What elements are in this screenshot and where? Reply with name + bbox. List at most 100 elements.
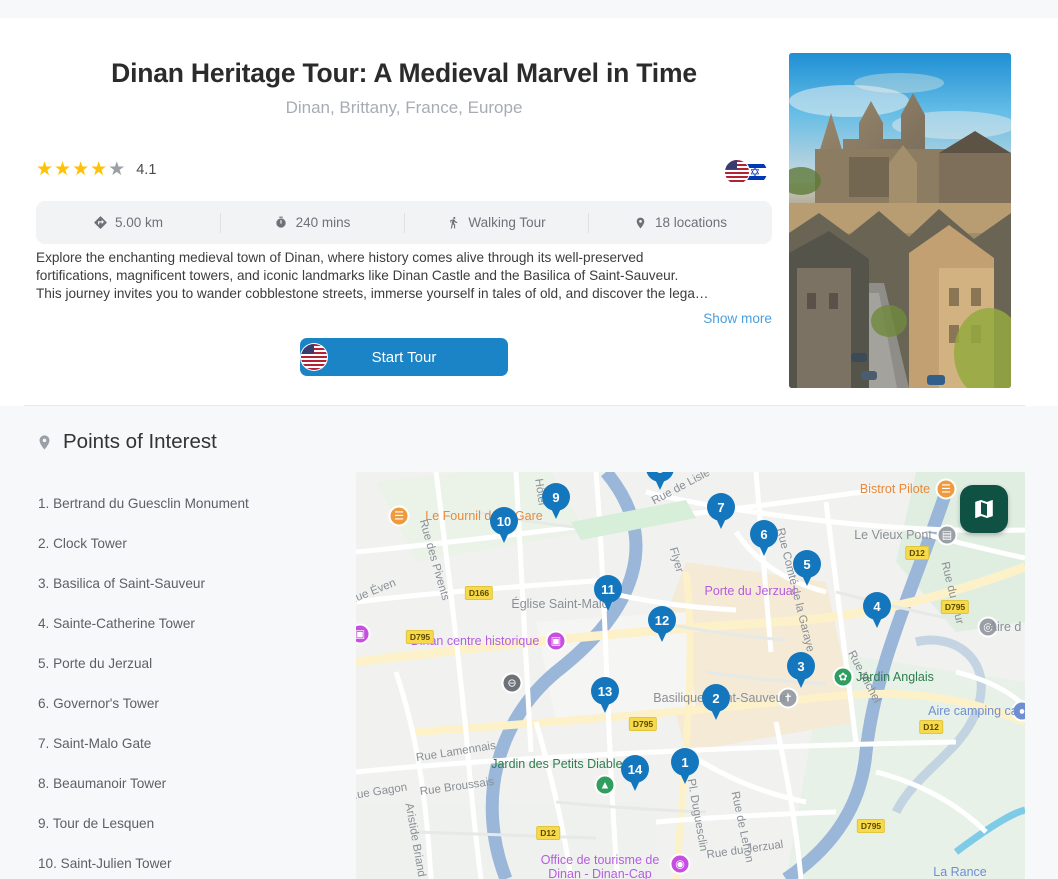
map-place-label: Le Fournil de la Gare (425, 509, 543, 523)
map-place-label: Jardin Anglais (856, 670, 934, 684)
map-road-badge: D12 (919, 720, 943, 734)
pin-number: 2 (712, 690, 720, 706)
pin-number: 12 (654, 612, 670, 628)
star-icon: ★ (72, 159, 90, 180)
pin-number: 13 (597, 683, 613, 699)
stat-duration: 240 mins (220, 214, 404, 231)
pin-number: 3 (797, 658, 805, 674)
show-more-link[interactable]: Show more (36, 311, 772, 326)
map-road-badge: D795 (405, 630, 435, 644)
map-pin-8[interactable]: 8 (646, 472, 674, 492)
list-item[interactable]: 7. Saint-Malo Gate (38, 724, 338, 764)
list-item[interactable]: 1. Bertrand du Guesclin Monument (38, 484, 338, 524)
map-pin-13[interactable]: 13 (591, 677, 619, 715)
star-rating: ★ ★ ★ ★ ★ (36, 160, 125, 179)
pin-number: 14 (627, 761, 643, 777)
map-place-label: Le Vieux Pont (854, 528, 932, 542)
pin-number: 8 (646, 472, 674, 482)
list-item[interactable]: 8. Beaumanoir Tower (38, 764, 338, 804)
section-divider (24, 405, 1025, 406)
list-item[interactable]: 5. Porte du Jerzual (38, 644, 338, 684)
tour-location-subtitle: Dinan, Brittany, France, Europe (285, 98, 523, 117)
stat-locations: 18 locations (588, 214, 772, 231)
map-road-badge: D795 (628, 717, 658, 731)
map-pin-icon (36, 432, 53, 453)
description-line: This journey invites you to wander cobbl… (36, 286, 709, 301)
stat-tour-type-label: Walking Tour (468, 215, 546, 230)
pin-number: 7 (717, 499, 725, 515)
map-road-badge: D166 (464, 586, 494, 600)
pin-number: 11 (601, 581, 615, 597)
description-line: fortifications, magnificent towers, and … (36, 268, 679, 283)
points-of-interest-header: Points of Interest (36, 430, 217, 454)
directions-icon (93, 214, 108, 231)
map-pin-1[interactable]: 1 (671, 748, 699, 786)
description-line: Explore the enchanting medieval town of … (36, 250, 644, 265)
stat-distance: 5.00 km (36, 214, 220, 231)
list-item[interactable]: 6. Governor's Tower (38, 684, 338, 724)
star-icon: ★ (90, 159, 108, 180)
start-tour-label: Start Tour (371, 348, 437, 366)
page-title: Dinan Heritage Tour: A Medieval Marvel i… (111, 58, 697, 88)
list-item[interactable]: 4. Sainte-Catherine Tower (38, 604, 338, 644)
map-pin-5[interactable]: 5 (793, 550, 821, 588)
pin-number: 5 (803, 556, 811, 572)
stat-duration-label: 240 mins (295, 215, 351, 230)
us-flag-icon (724, 159, 750, 185)
map-pin-6[interactable]: 6 (750, 520, 778, 558)
map-poi-shopping-icon[interactable]: ▣ (545, 630, 567, 652)
map-place-label: Bistrot Pilote (859, 482, 931, 496)
stopwatch-icon (274, 214, 289, 231)
map-pin-10[interactable]: 10 (490, 507, 518, 545)
map-road-badge: D12 (905, 546, 929, 560)
map-poi-park-icon[interactable]: ✿ (832, 666, 854, 688)
pin-number: 10 (496, 513, 512, 529)
map-poi-park-icon[interactable]: ▲ (594, 774, 616, 796)
map-road-badge: D795 (856, 819, 886, 833)
list-item[interactable]: 9. Tour de Lesquen (38, 804, 338, 844)
map-place-label: La Rance (933, 865, 987, 879)
map-pin-14[interactable]: 14 (621, 755, 649, 793)
tour-hero-card: Dinan Heritage Tour: A Medieval Marvel i… (0, 18, 1058, 406)
map-pin-icon (633, 214, 648, 231)
map-place-label: Aire camping car (928, 704, 1022, 718)
map-pin-4[interactable]: 4 (863, 592, 891, 630)
folded-map-icon (975, 500, 993, 518)
tour-hero-image (789, 53, 1011, 388)
rating-value: 4.1 (136, 161, 157, 178)
language-selector[interactable]: ✡ (724, 159, 770, 185)
stat-distance-label: 5.00 km (114, 215, 164, 230)
map-poi-restaurant-icon[interactable]: ☰ (388, 505, 410, 527)
us-flag-icon (300, 343, 328, 371)
list-item[interactable]: 10. Saint-Julien Tower (38, 844, 338, 879)
map-road-badge: D12 (536, 826, 560, 840)
map-poi-transit-icon[interactable]: ⊖ (501, 672, 523, 694)
tour-description: Explore the enchanting medieval town of … (36, 249, 772, 303)
map-pin-9[interactable]: 9 (542, 483, 570, 521)
map-pin-7[interactable]: 7 (707, 493, 735, 531)
map-poi-info-icon[interactable]: ◉ (669, 853, 691, 875)
map-pin-12[interactable]: 12 (648, 606, 676, 644)
map-place-label: Aire d (988, 620, 1022, 634)
star-icon-empty: ★ (108, 159, 126, 180)
map-place-label: Porte du Jerzual (704, 584, 796, 598)
map-place-label: Jardin des Petits Diables (491, 757, 629, 771)
list-item[interactable]: 2. Clock Tower (38, 524, 338, 564)
points-of-interest-title: Points of Interest (63, 430, 217, 453)
map-poi-museum-icon[interactable]: ▤ (936, 524, 958, 546)
star-icon: ★ (54, 159, 72, 180)
map-pin-11[interactable]: 11 (594, 575, 622, 613)
map-poi-restaurant-icon[interactable]: ☰ (935, 478, 957, 500)
stat-tour-type: Walking Tour (404, 214, 588, 231)
walking-person-icon (446, 214, 461, 231)
map-pin-2[interactable]: 2 (702, 684, 730, 722)
map-view-toggle-button[interactable] (960, 485, 1008, 533)
map-pin-3[interactable]: 3 (787, 652, 815, 690)
tour-map[interactable]: Rue de Lisle Rue des Pivents Rue Éven Rue C… (356, 472, 1025, 879)
pin-number: 1 (681, 754, 689, 770)
points-of-interest-list: 1. Bertrand du Guesclin Monument 2. Cloc… (38, 484, 338, 879)
star-icon: ★ (36, 159, 54, 180)
map-road-badge: D795 (940, 600, 970, 614)
start-tour-button[interactable]: Start Tour (300, 338, 508, 376)
list-item[interactable]: 3. Basilica of Saint-Sauveur (38, 564, 338, 604)
